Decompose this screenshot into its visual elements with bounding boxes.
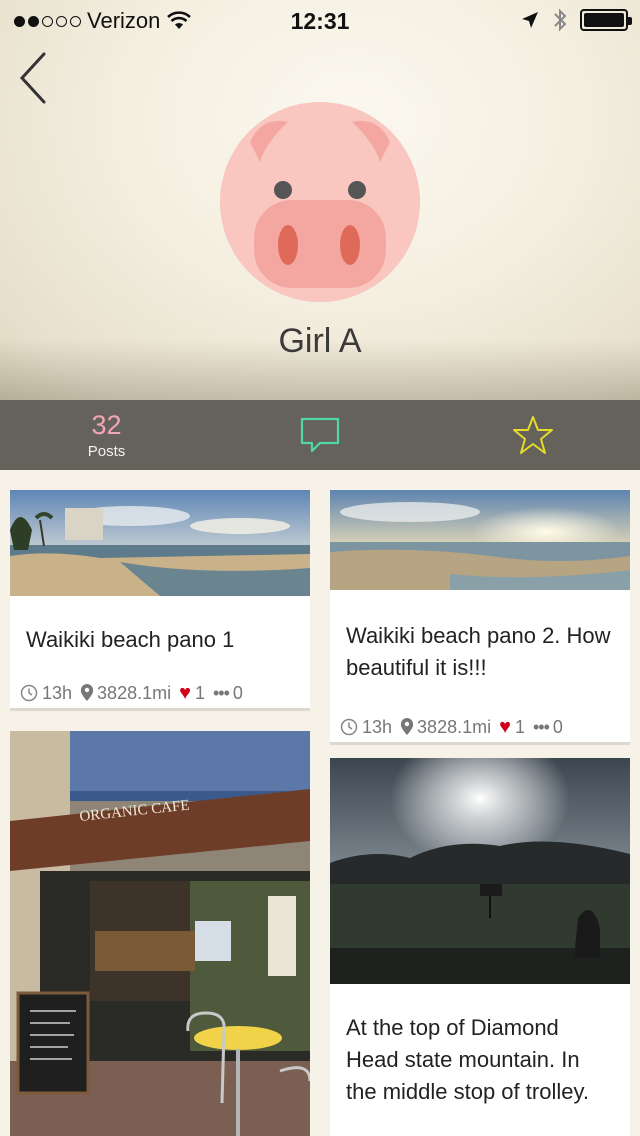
tab-posts[interactable]: 32 Posts <box>0 400 213 470</box>
post-distance: 3828.1mi <box>80 683 171 704</box>
posts-label: Posts <box>87 442 126 460</box>
like-button[interactable]: ♥ 1 <box>499 716 525 739</box>
post-card[interactable]: ORGANIC CAFE <box>10 731 310 1136</box>
posts-feed[interactable]: Waikiki beach pano 1 13h 3828.1mi ♥ 1 ••… <box>0 470 640 1136</box>
post-title: Waikiki beach pano 1 <box>26 627 235 652</box>
map-pin-icon <box>400 718 414 735</box>
heart-icon: ♥ <box>179 681 191 704</box>
battery-icon <box>580 9 632 31</box>
back-chevron-icon[interactable] <box>14 50 54 106</box>
more-dots-icon: ••• <box>533 716 550 737</box>
clock-icon <box>340 718 358 736</box>
comment-count[interactable]: ••• 0 <box>533 717 563 738</box>
bluetooth-icon <box>554 8 567 32</box>
mountain-photo <box>330 758 630 984</box>
beach-photo <box>330 490 630 590</box>
comment-count[interactable]: ••• 0 <box>213 683 243 704</box>
post-card[interactable]: At the top of Diamond Head state mountai… <box>330 758 630 1136</box>
status-bar: Verizon 12:31 <box>0 0 640 40</box>
location-arrow-icon <box>522 12 538 28</box>
post-age: 13h <box>20 683 72 704</box>
pig-avatar-icon[interactable] <box>220 102 420 302</box>
post-card[interactable]: Waikiki beach pano 1 13h 3828.1mi ♥ 1 ••… <box>10 490 310 711</box>
cafe-photo: ORGANIC CAFE <box>10 731 310 1136</box>
heart-icon: ♥ <box>499 715 511 738</box>
tab-favorites[interactable] <box>426 400 639 470</box>
profile-tab-bar: 32 Posts <box>0 400 640 470</box>
speech-bubble-icon <box>300 417 339 453</box>
post-card[interactable]: Waikiki beach pano 2. How beautiful it i… <box>330 490 630 745</box>
star-icon <box>512 416 553 454</box>
profile-name: Girl A <box>278 322 362 360</box>
post-age: 13h <box>340 717 392 738</box>
more-dots-icon: ••• <box>213 682 230 703</box>
tab-comments[interactable] <box>213 400 426 470</box>
map-pin-icon <box>80 684 94 701</box>
post-title: At the top of Diamond Head state mountai… <box>346 1015 589 1104</box>
post-distance: 3828.1mi <box>400 717 491 738</box>
post-meta: 13h 3828.1mi ♥ 1 ••• 0 <box>10 678 310 708</box>
like-button[interactable]: ♥ 1 <box>179 682 205 705</box>
posts-count: 32 <box>91 409 122 440</box>
post-title: Waikiki beach pano 2. How beautiful it i… <box>346 623 611 680</box>
beach-photo <box>10 490 310 596</box>
post-meta: 13h 3828.1mi ♥ 1 ••• 0 <box>330 712 630 742</box>
clock-icon <box>20 684 38 702</box>
